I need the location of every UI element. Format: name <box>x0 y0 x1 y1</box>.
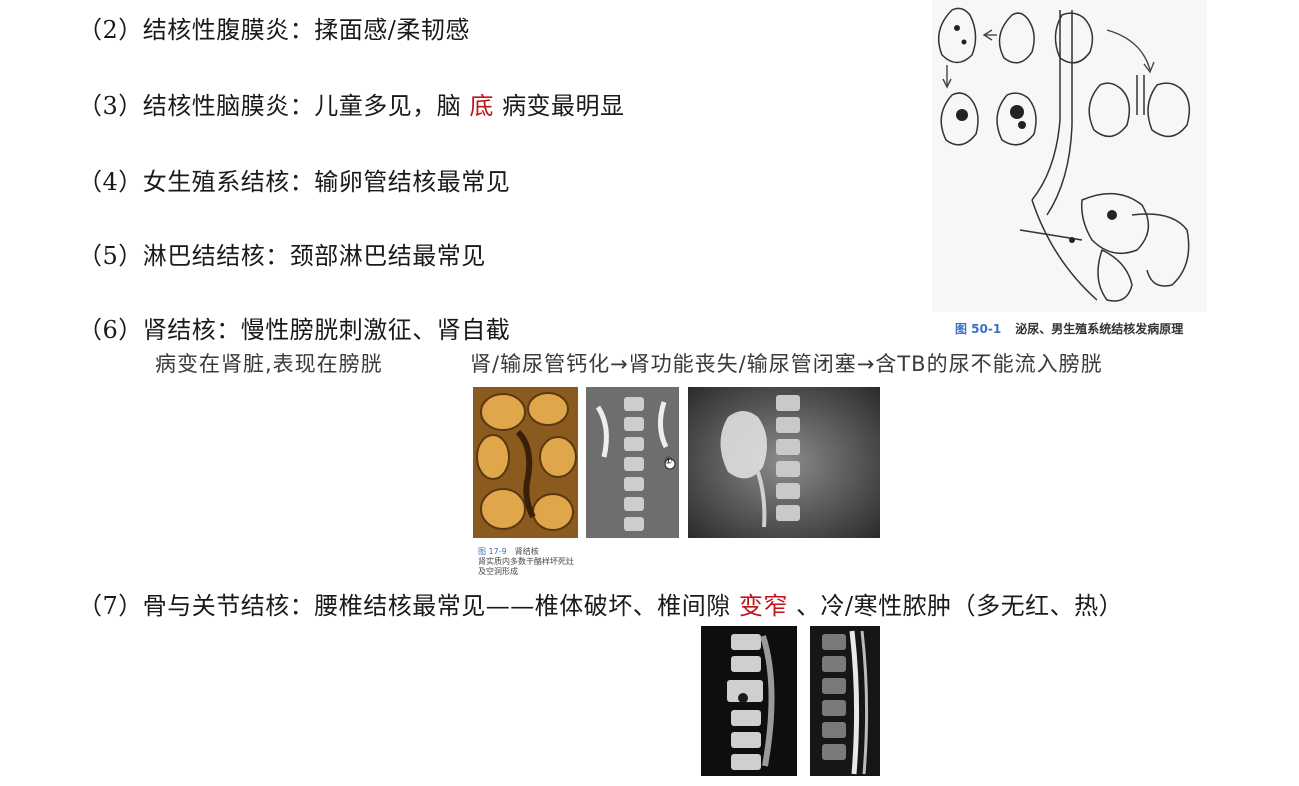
item-meningitis-prefix: （3）结核性脑膜炎：儿童多见，脑 <box>78 92 462 120</box>
urogenital-caption: 图 50-1 泌尿、男生殖系统结核发病原理 <box>955 320 1183 337</box>
kidney-caption-line2: 及空洞形成 <box>478 567 518 576</box>
item-lymph-node-text: （5）淋巴结结核：颈部淋巴结最常见 <box>78 242 486 270</box>
note-left: 病变在肾脏,表现在膀胱 <box>155 352 383 376</box>
item-bone-joint-prefix: （7）骨与关节结核：腰椎结核最常见——椎体破坏、椎间隙 <box>78 592 731 620</box>
item-meningitis-highlight: 底 <box>469 92 494 120</box>
spine-ct-image <box>701 626 797 776</box>
xray-marker: ① <box>664 456 673 467</box>
item-renal: （6）肾结核：慢性膀胱刺激征、肾自截 <box>78 310 510 345</box>
urogenital-tb-diagram <box>932 0 1207 312</box>
item-bone-joint-suffix: 、冷/寒性脓肿（多无红、热） <box>796 592 1124 620</box>
item-female-genital: （4）女生殖系结核：输卵管结核最常见 <box>78 162 510 197</box>
urography-xray: ① <box>586 387 679 538</box>
urogenital-caption-number: 图 50-1 <box>955 322 1002 336</box>
item-lymph-node: （5）淋巴结结核：颈部淋巴结最常见 <box>78 236 486 271</box>
kidney-specimen-photo <box>473 387 578 538</box>
item-meningitis: （3）结核性脑膜炎：儿童多见，脑 底 病变最明显 <box>78 86 625 121</box>
item-renal-text: （6）肾结核：慢性膀胱刺激征、肾自截 <box>78 316 511 344</box>
item-peritonitis-text: （2）结核性腹膜炎：揉面感/柔韧感 <box>78 16 470 44</box>
item-female-genital-text: （4）女生殖系结核：输卵管结核最常见 <box>78 168 511 196</box>
kidney-caption: 图 17-9 肾结核 肾实质内多数干酪样坏死灶 及空洞形成 <box>478 547 574 577</box>
item-bone-joint: （7）骨与关节结核：腰椎结核最常见——椎体破坏、椎间隙 变窄 、冷/寒性脓肿（多… <box>78 586 1123 621</box>
spine-mri-image <box>810 626 880 776</box>
kidney-caption-line1: 肾实质内多数干酪样坏死灶 <box>478 557 574 566</box>
abdominal-xray <box>688 387 880 538</box>
item-peritonitis: （2）结核性腹膜炎：揉面感/柔韧感 <box>78 10 470 45</box>
kidney-caption-title: 肾结核 <box>514 547 539 556</box>
note-right: 肾/输尿管钙化→肾功能丧失/输尿管闭塞→含TB的尿不能流入膀胱 <box>470 352 1103 376</box>
urogenital-caption-text: 泌尿、男生殖系统结核发病原理 <box>1015 322 1184 336</box>
item-meningitis-suffix: 病变最明显 <box>502 92 625 120</box>
item-bone-joint-highlight: 变窄 <box>738 592 788 620</box>
kidney-caption-number: 图 17-9 <box>478 547 507 556</box>
